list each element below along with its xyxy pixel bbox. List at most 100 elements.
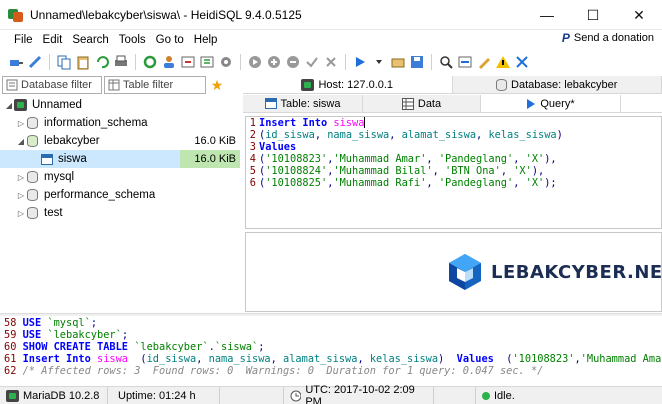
tree-node-label: lebakcyber — [44, 135, 100, 147]
tab-table[interactable]: Table: siswa — [243, 95, 363, 112]
log-line: 59 USE `lebakcyber`; — [0, 329, 662, 341]
collapse-arrow-icon[interactable]: ▷ — [16, 119, 26, 128]
server-icon — [301, 78, 315, 91]
expand-arrow-icon[interactable]: ◢ — [4, 101, 14, 110]
menu-edit[interactable]: Edit — [39, 34, 67, 46]
close-button[interactable]: ✕ — [616, 0, 662, 30]
tree-node-unnamed[interactable]: ◢ Unnamed — [0, 96, 240, 114]
collapse-arrow-icon[interactable]: ▷ — [16, 191, 26, 200]
tree-node-mysql[interactable]: ▷ mysql — [0, 168, 240, 186]
user-manager-icon[interactable] — [161, 54, 177, 70]
log-token: , — [196, 353, 209, 365]
line-number: 2 — [249, 129, 256, 141]
tree-node-test[interactable]: ▷ test — [0, 204, 240, 222]
run-query-icon — [527, 98, 536, 109]
data-grid-icon — [401, 97, 414, 110]
log-line-number: 60 — [4, 341, 17, 353]
donation-button[interactable]: P Send a donation — [562, 31, 654, 45]
code-token: id_siswa — [265, 129, 315, 141]
code-token: 'Muhammad Rafi' — [333, 177, 427, 189]
log-token: nama_siswa — [208, 353, 271, 365]
print-icon[interactable] — [113, 54, 129, 70]
tree-node-performance-schema[interactable]: ▷ performance_schema — [0, 186, 240, 204]
log-token: Values — [456, 353, 494, 365]
sql-editor[interactable]: 1 Insert Into siswa 2(id_siswa, nama_siswa… — [245, 116, 662, 229]
tree-node-siswa[interactable]: siswa 16.0 KiB — [0, 150, 240, 168]
code-token: 'Pandeglang' — [438, 153, 514, 165]
code-token: , — [513, 153, 526, 165]
database-icon — [27, 171, 38, 183]
menu-goto[interactable]: Go to — [152, 34, 188, 46]
tree-node-label: test — [44, 207, 63, 219]
tree-node-lebakcyber[interactable]: ◢ lebakcyber 16.0 KiB — [0, 132, 240, 150]
maximize-button[interactable]: ☐ — [570, 0, 616, 30]
table-size: 16.0 KiB — [194, 153, 236, 165]
refresh-icon[interactable] — [142, 54, 158, 70]
database-icon — [27, 135, 38, 147]
server-icon — [14, 99, 27, 111]
log-line: 58 USE `mysql`; — [0, 317, 662, 329]
tab-data[interactable]: Data — [363, 95, 481, 112]
tab-database[interactable]: Database: lebakcyber — [452, 76, 662, 93]
run-icon[interactable] — [352, 54, 368, 70]
status-server-version: MariaDB 10.2.8 — [23, 389, 100, 402]
code-token: ) — [556, 129, 563, 141]
log-line-number: 62 — [4, 365, 17, 377]
donation-label: Send a donation — [573, 32, 654, 44]
import-icon[interactable] — [180, 54, 196, 70]
search-icon[interactable] — [438, 54, 454, 70]
log-token: USE — [16, 317, 48, 329]
menu-help[interactable]: Help — [190, 34, 222, 46]
menu-file[interactable]: File — [10, 34, 37, 46]
tab-query[interactable]: Query* — [481, 95, 621, 112]
remove-icon[interactable] — [285, 54, 301, 70]
code-token: 'X' — [513, 165, 532, 177]
log-line: 62 /* Affected rows: 3 Found rows: 0 War… — [0, 365, 662, 377]
load-sql-icon[interactable] — [390, 54, 406, 70]
code-token: ), — [531, 165, 545, 177]
database-filter-input[interactable]: Database filter — [2, 76, 102, 94]
save-sql-icon[interactable] — [409, 54, 425, 70]
add-icon[interactable] — [266, 54, 282, 70]
first-icon[interactable] — [247, 54, 263, 70]
code-token: ), — [544, 153, 557, 165]
log-splitter[interactable] — [0, 313, 662, 316]
paste-icon[interactable] — [75, 54, 91, 70]
disconnect-icon[interactable] — [27, 54, 43, 70]
connect-icon[interactable] — [8, 54, 24, 70]
collapse-arrow-icon[interactable]: ▷ — [16, 173, 26, 182]
log-line-number: 58 — [4, 317, 17, 329]
code-token: , — [432, 165, 446, 177]
copy-icon[interactable] — [56, 54, 72, 70]
log-token: `mysql` — [47, 317, 91, 329]
maintenance-icon[interactable] — [218, 54, 234, 70]
collapse-arrow-icon[interactable]: ▷ — [16, 209, 26, 218]
cancel-icon[interactable] — [323, 54, 339, 70]
query-options-icon[interactable] — [371, 54, 387, 70]
log-token: ( — [128, 353, 147, 365]
database-filter-icon — [6, 79, 18, 91]
menu-tools[interactable]: Tools — [115, 34, 150, 46]
clock-icon — [290, 390, 302, 401]
log-token: 'Muhammad Amar — [580, 353, 662, 365]
replace-icon[interactable] — [457, 54, 473, 70]
favorites-star-icon[interactable]: ★ — [208, 76, 226, 94]
code-token: 'X' — [525, 153, 545, 165]
menu-search[interactable]: Search — [68, 34, 112, 46]
tree-node-information-schema[interactable]: ▷ information_schema — [0, 114, 240, 132]
undo-icon[interactable] — [94, 54, 110, 70]
format-icon[interactable] — [476, 54, 492, 70]
log-token: , — [357, 353, 370, 365]
idle-indicator-icon — [482, 391, 490, 400]
help-icon[interactable] — [514, 54, 530, 70]
tab-host[interactable]: Host: 127.0.0.1 — [243, 76, 453, 93]
expand-arrow-icon[interactable]: ◢ — [16, 137, 26, 146]
apply-icon[interactable] — [304, 54, 320, 70]
export-icon[interactable] — [199, 54, 215, 70]
status-time: UTC: 2017-10-02 2:09 PM — [284, 384, 434, 404]
minimize-button[interactable]: — — [524, 0, 570, 30]
status-empty-2 — [434, 386, 476, 404]
table-filter-input[interactable]: Table filter — [104, 76, 206, 94]
window-title: Unnamed\lebakcyber\siswa\ - HeidiSQL 9.4… — [30, 7, 302, 22]
warning-icon[interactable] — [495, 54, 511, 70]
